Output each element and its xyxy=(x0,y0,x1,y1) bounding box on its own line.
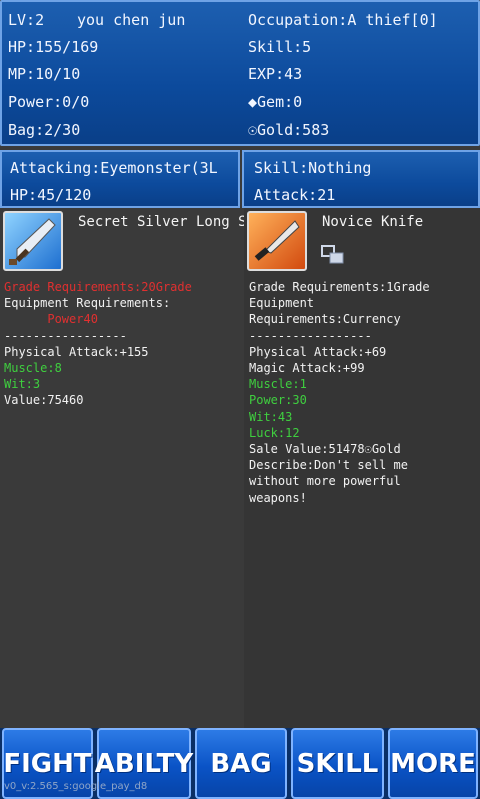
item-detail-line: Describe:Don't sell me xyxy=(249,458,408,473)
equipped-item-panel: Secret Silver Long S Grade Requirements:… xyxy=(0,208,247,728)
more-button[interactable]: MORE xyxy=(388,728,478,799)
item-detail-line: weapons! xyxy=(249,490,307,505)
player-stats-panel: LV:2 you chen jun Occupation:A thief[0] … xyxy=(0,0,480,146)
item-detail-line: Grade Requirements:20Grade xyxy=(4,280,192,294)
item-detail-line: Magic Attack:+99 xyxy=(249,361,365,375)
current-skill-label: Skill:Nothing xyxy=(254,159,372,177)
item-detail-line: Muscle:1 xyxy=(249,377,307,392)
item-detail-line: Wit:43 xyxy=(249,409,293,424)
attack-label: Attack:21 xyxy=(254,186,336,204)
item-detail-line: Physical Attack:+155 xyxy=(4,344,149,359)
version-label: v0_v:2.565_s:google_pay_d8 xyxy=(4,781,148,792)
item-detail-line: Physical Attack:+69 xyxy=(249,344,387,359)
skill-panel: Skill:Nothing Attack:21 xyxy=(242,150,480,208)
item-detail-line: Power40 xyxy=(4,312,98,327)
power-label: Power:0/0 xyxy=(8,93,90,111)
sword-icon[interactable] xyxy=(3,211,63,271)
hp-label: HP:155/169 xyxy=(8,38,99,56)
item-detail-line: Grade Requirements:1Grade xyxy=(249,280,430,294)
item-detail-line: Sale Value:51478☉Gold xyxy=(249,442,401,456)
item-detail-line: Equipment Requirements: xyxy=(4,296,171,311)
skill-points-label: Skill:5 xyxy=(248,38,312,56)
exp-label: EXP:43 xyxy=(248,65,303,83)
item-detail-line: Value:75460 xyxy=(4,393,84,408)
gold-label: ☉Gold:583 xyxy=(248,121,330,139)
item-detail-line: Luck:12 xyxy=(249,425,300,440)
player-name: you chen jun xyxy=(77,11,186,29)
equipped-item-name: Secret Silver Long S xyxy=(78,214,247,230)
occupation-label: Occupation:A thief[0] xyxy=(248,11,438,29)
skill-button[interactable]: SKILL xyxy=(291,728,384,799)
item-detail-line: without more powerful xyxy=(249,474,401,489)
item-detail-line: Equipment xyxy=(249,296,315,311)
item-detail-line: Wit:3 xyxy=(4,377,41,392)
bag-label: Bag:2/30 xyxy=(8,121,81,139)
item-detail-line: Muscle:8 xyxy=(4,361,62,375)
attacking-label: Attacking:Eyemonster(3L xyxy=(10,159,218,177)
enemy-hp-label: HP:45/120 xyxy=(10,186,92,204)
item-detail-line: ----------------- xyxy=(4,328,127,343)
item-detail-line: Requirements:Currency xyxy=(249,312,401,327)
equip-swap-icon[interactable] xyxy=(320,244,346,266)
enemy-panel: Attacking:Eyemonster(3L HP:45/120 xyxy=(0,150,240,208)
compare-item-panel: Novice Knife Grade Requirements:1Grade Eq… xyxy=(244,208,480,728)
item-detail-line: Power:30 xyxy=(249,393,307,408)
knife-icon[interactable] xyxy=(247,211,307,271)
mp-label: MP:10/10 xyxy=(8,65,81,83)
compare-item-name: Novice Knife xyxy=(322,214,424,230)
item-detail-line: ----------------- xyxy=(249,328,372,343)
gem-label: ◆Gem:0 xyxy=(248,93,303,111)
bag-button[interactable]: BAG xyxy=(195,728,287,799)
level-label: LV:2 xyxy=(8,11,45,29)
